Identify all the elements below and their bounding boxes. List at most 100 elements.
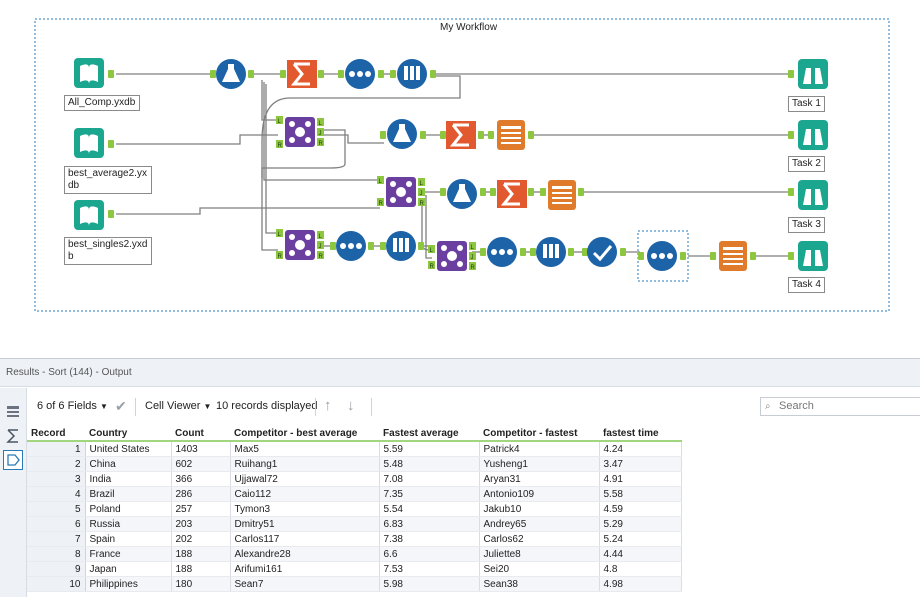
column-header[interactable]: Country (85, 426, 171, 442)
table-cell[interactable]: Juliette8 (479, 546, 600, 562)
table-cell[interactable]: Sean7 (230, 576, 380, 592)
table-cell[interactable]: Aryan31 (479, 471, 600, 487)
table-cell[interactable]: United States (85, 441, 172, 457)
search-input[interactable]: ⌕ Search (760, 397, 920, 416)
check-tool[interactable] (582, 237, 626, 267)
column-header[interactable]: Competitor - best average (230, 426, 379, 442)
summarize-tool-1[interactable] (280, 60, 324, 88)
table-row[interactable]: 5 Poland 257 Tymon3 5.54 Jakub10 4.59 (27, 501, 682, 517)
fields-dropdown[interactable]: 6 of 6 Fields ▼ (37, 388, 108, 424)
formula-tool-3[interactable] (440, 179, 486, 209)
join-tool-3[interactable] (276, 229, 324, 260)
table-cell[interactable]: Arifumi161 (230, 561, 380, 577)
table-cell[interactable]: 4.98 (599, 576, 682, 592)
sort-tool-2[interactable] (380, 231, 424, 261)
table-cell[interactable]: 202 (171, 531, 231, 547)
record-number[interactable]: 4 (27, 486, 86, 502)
checkmark-icon[interactable]: ✔ (115, 388, 127, 424)
table-cell[interactable]: Russia (85, 516, 172, 532)
table-cell[interactable]: Spain (85, 531, 172, 547)
table-cell[interactable]: Andrey65 (479, 516, 600, 532)
table-row[interactable]: 8 France 188 Alexandre28 6.6 Juliette8 4.44 (27, 546, 682, 562)
table-cell[interactable]: 3.47 (599, 456, 682, 472)
column-header[interactable]: Record (27, 426, 85, 442)
table-cell[interactable]: France (85, 546, 172, 562)
table-cell[interactable]: 7.08 (379, 471, 480, 487)
summary-icon[interactable] (3, 426, 23, 446)
column-header[interactable]: Competitor - fastest (479, 426, 599, 442)
output-tool-task-3[interactable] (788, 180, 828, 210)
table-row[interactable]: 10 Philippines 180 Sean7 5.98 Sean38 4.98 (27, 576, 682, 592)
input-data-tool-all-comp[interactable] (74, 58, 114, 88)
sort-tool-3[interactable] (530, 237, 574, 267)
table-cell[interactable]: 4.24 (599, 441, 682, 457)
table-cell[interactable]: 5.98 (379, 576, 480, 592)
record-number[interactable]: 6 (27, 516, 86, 532)
table-cell[interactable]: Tymon3 (230, 501, 380, 517)
output-tool-task-1[interactable] (788, 59, 828, 89)
table-cell[interactable]: Philippines (85, 576, 172, 592)
table-cell[interactable]: Ujjawal72 (230, 471, 380, 487)
table-view-icon[interactable] (3, 402, 23, 422)
record-number[interactable]: 7 (27, 531, 86, 547)
workflow-canvas[interactable]: LR LJR LR LJR LR LJR LR LJR My Workflow … (0, 0, 920, 345)
table-row[interactable]: 6 Russia 203 Dmitry51 6.83 Andrey65 5.29 (27, 516, 682, 532)
select-tool-2[interactable] (330, 231, 374, 261)
table-cell[interactable]: 4.8 (599, 561, 682, 577)
input-data-tool-best-singles[interactable] (74, 200, 114, 230)
column-header[interactable]: Fastest average (379, 426, 479, 442)
join-tool-1[interactable] (276, 116, 324, 148)
table-cell[interactable]: 5.29 (599, 516, 682, 532)
table-cell[interactable]: Caio112 (230, 486, 380, 502)
table-cell[interactable]: 5.58 (599, 486, 682, 502)
column-header[interactable]: Count (171, 426, 230, 442)
output-tool-task-4[interactable] (788, 241, 828, 271)
output-tool-task-2[interactable] (788, 120, 828, 150)
table-cell[interactable]: 5.59 (379, 441, 480, 457)
table-cell[interactable]: 257 (171, 501, 231, 517)
browse-tool-3[interactable] (710, 241, 756, 271)
table-cell[interactable]: 6.83 (379, 516, 480, 532)
cell-viewer-dropdown[interactable]: Cell Viewer ▼ (145, 388, 211, 424)
table-cell[interactable]: Patrick4 (479, 441, 600, 457)
table-cell[interactable]: Poland (85, 501, 172, 517)
table-cell[interactable]: 4.59 (599, 501, 682, 517)
table-cell[interactable]: Brazil (85, 486, 172, 502)
table-cell[interactable]: 5.54 (379, 501, 480, 517)
select-tool-selected[interactable] (637, 230, 689, 282)
table-cell[interactable]: 7.53 (379, 561, 480, 577)
table-row[interactable]: 3 India 366 Ujjawal72 7.08 Aryan31 4.91 (27, 471, 682, 487)
table-cell[interactable]: Sean38 (479, 576, 600, 592)
table-cell[interactable]: India (85, 471, 172, 487)
table-cell[interactable]: 5.48 (379, 456, 480, 472)
arrow-down-icon[interactable]: ↓ (347, 388, 355, 424)
table-row[interactable]: 7 Spain 202 Carlos117 7.38 Carlos62 5.24 (27, 531, 682, 547)
sort-tool-1[interactable] (390, 59, 436, 89)
table-row[interactable]: 9 Japan 188 Arifumi161 7.53 Sei20 4.8 (27, 561, 682, 577)
table-cell[interactable]: Carlos117 (230, 531, 380, 547)
table-cell[interactable]: Ruihang1 (230, 456, 380, 472)
table-cell[interactable]: 4.91 (599, 471, 682, 487)
record-number[interactable]: 9 (27, 561, 86, 577)
table-cell[interactable]: 6.6 (379, 546, 480, 562)
summarize-tool-2[interactable] (440, 121, 484, 149)
table-row[interactable]: 1 United States 1403 Max5 5.59 Patrick4 4.24 (27, 441, 682, 457)
table-cell[interactable]: Carlos62 (479, 531, 600, 547)
table-cell[interactable]: Max5 (230, 441, 380, 457)
formula-tool-1[interactable] (210, 59, 254, 89)
column-header[interactable]: fastest time (599, 426, 681, 442)
table-cell[interactable]: 188 (171, 546, 231, 562)
table-cell[interactable]: 188 (171, 561, 231, 577)
table-cell[interactable]: 1403 (171, 441, 231, 457)
table-cell[interactable]: Alexandre28 (230, 546, 380, 562)
input-data-tool-best-average[interactable] (74, 128, 114, 158)
browse-tool-1[interactable] (488, 120, 534, 150)
table-cell[interactable]: 286 (171, 486, 231, 502)
output-tag-icon[interactable] (3, 450, 23, 470)
record-number[interactable]: 1 (27, 441, 86, 457)
table-cell[interactable]: Sei20 (479, 561, 600, 577)
join-tool-2[interactable] (377, 176, 425, 207)
join-tool-4[interactable] (428, 241, 476, 271)
table-cell[interactable]: 7.38 (379, 531, 480, 547)
browse-tool-2[interactable] (540, 180, 584, 210)
